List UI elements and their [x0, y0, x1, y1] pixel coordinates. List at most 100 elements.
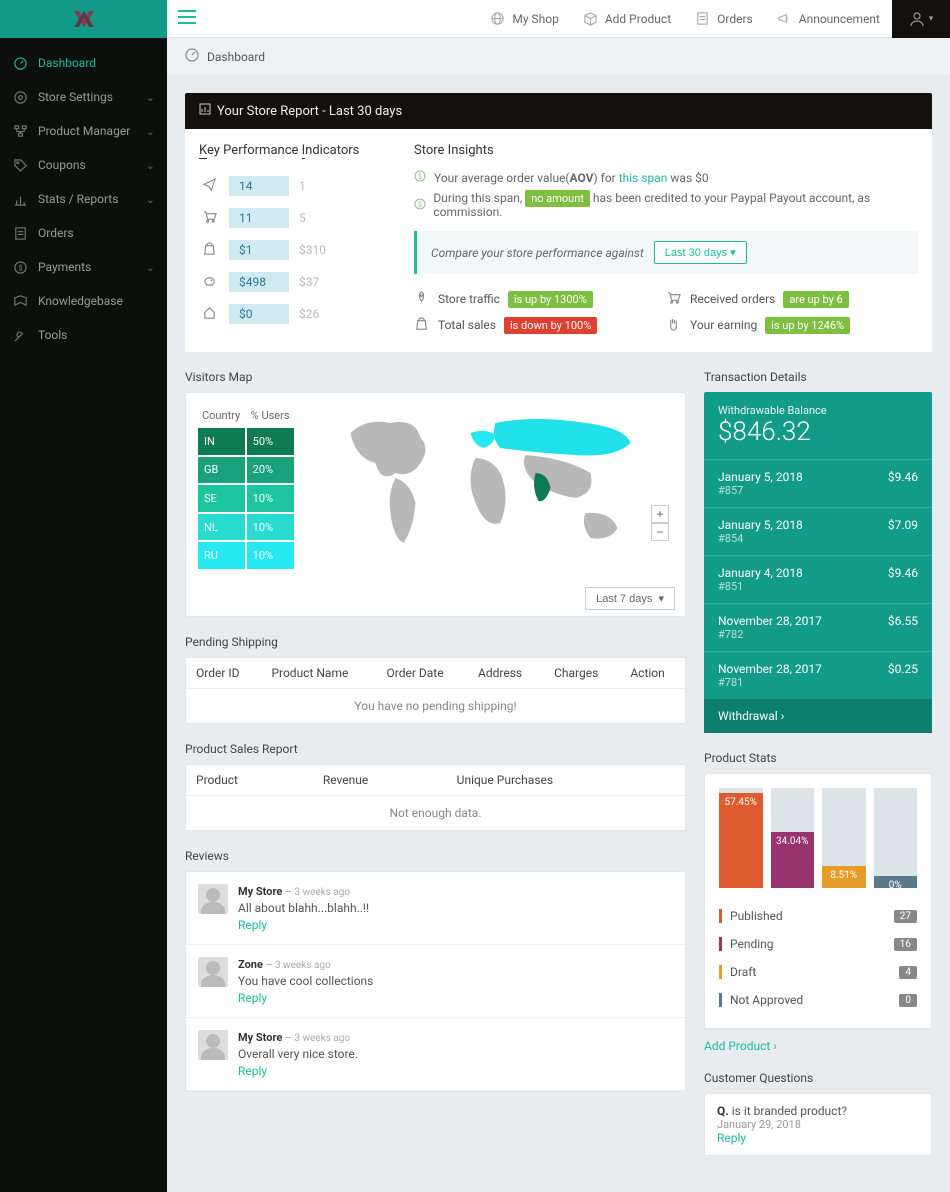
reply-link[interactable]: Reply [238, 991, 673, 1005]
tag-icon [12, 157, 28, 173]
add-product-link[interactable]: Add Product › [704, 1039, 932, 1053]
user-menu[interactable]: ▾ [892, 0, 950, 38]
stat-bar: 34.04% [771, 788, 815, 888]
stat-row: Draft4 [719, 958, 917, 986]
review-item: My Store -- 3 weeks agoAll about blahh..… [186, 872, 685, 945]
world-map [306, 403, 675, 568]
zoom-in-button[interactable]: + [651, 505, 669, 523]
topbar-link-announcement[interactable]: Announcement [765, 11, 892, 27]
balance-amount: $846.32 [718, 417, 918, 447]
reply-link[interactable]: Reply [238, 1064, 673, 1078]
topbar-link-orders[interactable]: Orders [683, 11, 765, 27]
stat-row: Not Approved0 [719, 986, 917, 1014]
transaction-item[interactable]: November 28, 2017#782$6.55 [704, 603, 932, 651]
insights-title: Store Insights [414, 143, 918, 158]
transaction-item[interactable]: November 28, 2017#781$0.25 [704, 651, 932, 699]
stat-row: Pending16 [719, 930, 917, 958]
transactions-panel: Withdrawable Balance $846.32 January 5, … [704, 392, 932, 733]
customer-q-title: Customer Questions [704, 1071, 932, 1085]
country-row: SE10% [198, 485, 294, 512]
topbar-link-add-product[interactable]: Add Product [571, 11, 683, 27]
gear-icon [12, 89, 28, 105]
nav-label: Coupons [38, 158, 86, 172]
chart-icon [12, 191, 28, 207]
topbar-link-my-shop[interactable]: My Shop [478, 11, 570, 27]
chevron-down-icon: ⌄ [146, 159, 155, 172]
piggy-icon [199, 273, 219, 292]
sidebar: DashboardStore Settings⌄Product Manager⌄… [0, 0, 167, 1192]
sidebar-item-orders[interactable]: Orders [0, 216, 167, 250]
megaphone-icon [777, 11, 793, 27]
chevron-down-icon: ▾ [730, 247, 736, 259]
reply-link[interactable]: Reply [717, 1131, 919, 1145]
chevron-down-icon: ⌄ [146, 261, 155, 274]
sidebar-item-coupons[interactable]: Coupons ⌄ [0, 148, 167, 182]
store-report-header: Your Store Report - Last 30 days [185, 93, 932, 129]
perf-item: Your earning is up by 1246% [666, 312, 918, 338]
hand-icon [666, 316, 682, 334]
nav-label: Stats / Reports [38, 192, 118, 206]
kpi-row: $1$310 [199, 234, 394, 266]
chevron-right-icon: › [773, 1039, 777, 1053]
reviews-title: Reviews [185, 849, 686, 863]
rocket-icon [414, 290, 430, 308]
kpi-row: 141 [199, 170, 394, 202]
review-item: My Store -- 3 weeks agoOverall very nice… [186, 1018, 685, 1091]
kpi-row: $0$26 [199, 298, 394, 330]
nav-label: Product Manager [38, 124, 130, 138]
customer-question: Q. is it branded product? January 29, 20… [704, 1093, 932, 1156]
country-row: IN50% [198, 428, 294, 455]
logo[interactable] [0, 0, 167, 38]
zoom-out-button[interactable]: − [651, 523, 669, 541]
wrench-icon [12, 327, 28, 343]
topbar: My ShopAdd ProductOrdersAnnouncement ▾ [167, 0, 950, 38]
balance-label: Withdrawable Balance [718, 404, 918, 417]
money-icon: $ [414, 198, 427, 213]
country-row: GB20% [198, 457, 294, 484]
stat-bar: 0% [874, 788, 918, 888]
nav-label: Tools [38, 328, 67, 342]
chevron-down-icon: ▾ [658, 593, 664, 605]
sidebar-item-tools[interactable]: Tools [0, 318, 167, 352]
country-table: Country% Users IN50%GB20%SE10%NL10%RU10% [196, 403, 296, 571]
transactions-title: Transaction Details [704, 370, 932, 384]
stat-bar: 57.45% [719, 788, 763, 888]
reply-link[interactable]: Reply [238, 918, 673, 932]
nav-label: Payments [38, 260, 91, 274]
svg-text:$: $ [418, 201, 422, 209]
svg-text:$: $ [18, 263, 22, 272]
transaction-item[interactable]: January 5, 2018#854$7.09 [704, 507, 932, 555]
sales-report-title: Product Sales Report [185, 742, 686, 756]
box-icon [583, 11, 599, 27]
perf-item: Total sales is down by 100% [414, 312, 666, 338]
sidebar-item-knowledgebase[interactable]: Knowledgebase [0, 284, 167, 318]
map-period-dropdown[interactable]: Last 7 days ▾ [585, 587, 675, 610]
sidebar-item-payments[interactable]: $ Payments ⌄ [0, 250, 167, 284]
kpi-row: 115 [199, 202, 394, 234]
page-title: Dashboard [207, 50, 265, 64]
country-row: RU10% [198, 542, 294, 569]
product-stats-chart: 57.45%34.04%8.51%0% [719, 788, 917, 888]
transaction-item[interactable]: January 5, 2018#857$9.46 [704, 459, 932, 507]
bag-icon [199, 241, 219, 260]
report-icon [199, 103, 211, 119]
sidebar-item-stats-reports[interactable]: Stats / Reports⌄ [0, 182, 167, 216]
clipboard-icon [695, 11, 711, 27]
stat-bar: 8.51% [822, 788, 866, 888]
avatar [198, 957, 228, 987]
dashboard-icon [12, 55, 28, 71]
sidebar-item-store-settings[interactable]: Store Settings⌄ [0, 80, 167, 114]
stat-row: Published27 [719, 902, 917, 930]
perf-item: Received orders are up by 6 [666, 286, 918, 312]
sidebar-item-dashboard[interactable]: Dashboard [0, 46, 167, 80]
store-report-title: Your Store Report - Last 30 days [217, 104, 402, 119]
visitors-map-title: Visitors Map [185, 370, 686, 384]
nav-label: Store Settings [38, 90, 113, 104]
kpi-row: $498$37 [199, 266, 394, 298]
compare-period-dropdown[interactable]: Last 30 days ▾ [654, 241, 747, 264]
transaction-item[interactable]: January 4, 2018#851$9.46 [704, 555, 932, 603]
withdrawal-link[interactable]: Withdrawal › [704, 699, 932, 733]
sidebar-item-product-manager[interactable]: Product Manager⌄ [0, 114, 167, 148]
review-item: Zone -- 3 weeks agoYou have cool collect… [186, 945, 685, 1018]
menu-toggle-icon[interactable] [167, 8, 207, 29]
